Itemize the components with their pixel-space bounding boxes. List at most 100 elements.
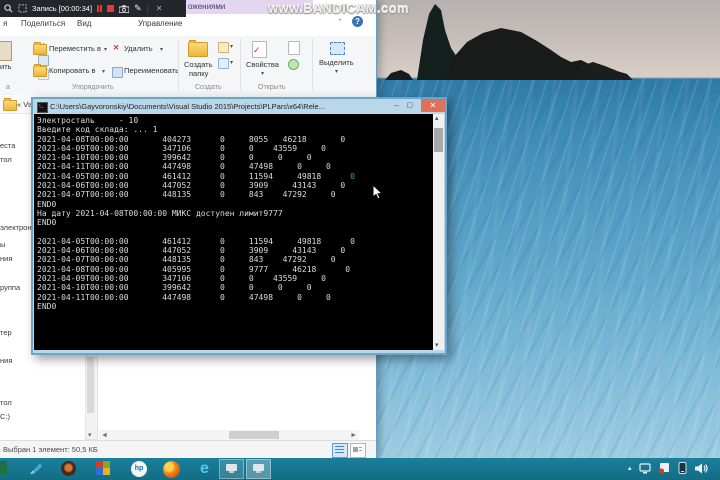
- nav-item-mail[interactable]: электрон: [0, 223, 32, 232]
- edit-icon[interactable]: [288, 41, 300, 55]
- capture-area-icon[interactable]: [18, 4, 27, 13]
- screen: ожениями я Поделиться Вид Управление ⌃ ?…: [0, 0, 720, 480]
- excel-taskbar-icon[interactable]: [0, 461, 7, 475]
- chevron-down-icon[interactable]: ▾: [261, 70, 264, 77]
- thumbnail-view-button[interactable]: [350, 443, 366, 458]
- ribbon-separator: [240, 39, 241, 91]
- ribbon-separator: [178, 39, 179, 91]
- console-scrollbar[interactable]: ▴ ▾: [433, 114, 444, 350]
- scrollbar-thumb[interactable]: [434, 128, 443, 152]
- draw-pencil-icon[interactable]: ✎: [134, 3, 142, 14]
- tab-home-fragment[interactable]: я: [3, 19, 7, 28]
- new-item-icon[interactable]: [218, 42, 229, 53]
- select-button[interactable]: Выделить: [319, 58, 354, 67]
- chevron-down-icon[interactable]: ▾: [102, 68, 105, 75]
- scroll-down-icon[interactable]: ▾: [435, 342, 439, 349]
- delete-button[interactable]: Удалить: [124, 44, 153, 53]
- tab-view[interactable]: Вид: [77, 19, 91, 28]
- tray-expand-icon[interactable]: ▴: [628, 464, 632, 472]
- nav-item-pictures[interactable]: ния: [0, 254, 12, 263]
- nav-item-local-disk-c[interactable]: C:): [0, 412, 10, 421]
- nav-item-documents[interactable]: ы: [0, 240, 5, 249]
- hp-taskbar-icon[interactable]: hp: [131, 461, 147, 477]
- console-line: 2021-04-11T00:00:00 447498 0 47498 0 0: [37, 162, 331, 172]
- nav-item-homegroup[interactable]: руппа: [0, 283, 20, 292]
- nav-item-desktop[interactable]: тол: [0, 155, 12, 164]
- console-line: На дату 2021-04-08T00:00:00 МИКС доступе…: [37, 208, 283, 218]
- scrollbar-thumb[interactable]: [87, 357, 94, 413]
- open-app-taskbar-button[interactable]: [219, 459, 244, 479]
- chevron-down-icon[interactable]: ▾: [230, 43, 233, 50]
- scroll-up-icon[interactable]: ▴: [435, 115, 439, 122]
- nav-item-desktop-2[interactable]: тол: [0, 398, 12, 407]
- chevron-down-icon[interactable]: ▾: [335, 68, 338, 75]
- help-icon[interactable]: ?: [352, 16, 363, 27]
- delete-icon[interactable]: ✕: [113, 43, 119, 52]
- console-line: 2021-04-11T00:00:00 447498 0 47498 0 0: [37, 292, 331, 302]
- scrollbar-thumb[interactable]: [229, 431, 279, 439]
- console-line: 2021-04-06T00:00:00 447052 0 3909 43143 …: [37, 246, 346, 256]
- firefox-taskbar-icon[interactable]: [163, 461, 180, 478]
- new-folder-icon[interactable]: [188, 40, 208, 57]
- maximize-icon[interactable]: ▢: [406, 101, 413, 109]
- move-to-button[interactable]: Переместить в: [49, 44, 101, 53]
- console-line: Электросталь - 10: [37, 116, 139, 125]
- console-title: C:\Users\Gayvoronskiy\Documents\Visual S…: [50, 102, 325, 111]
- nav-pane-scrollbar[interactable]: ▾: [85, 354, 98, 440]
- console-line: 2021-04-05T00:00:00 461412 0 11594 49818…: [37, 171, 355, 181]
- properties-button[interactable]: Свойства: [246, 60, 279, 69]
- internet-explorer-taskbar-icon[interactable]: e: [196, 461, 213, 478]
- close-icon[interactable]: ✕: [156, 4, 163, 13]
- scroll-right-icon[interactable]: ►: [350, 432, 357, 439]
- minimize-icon[interactable]: –: [395, 101, 399, 110]
- active-app-taskbar-button[interactable]: [246, 459, 271, 479]
- new-folder-button-line2[interactable]: папку: [189, 69, 208, 78]
- blue-app-taskbar-icon[interactable]: [28, 461, 43, 476]
- nav-item-videos[interactable]: ния: [0, 356, 12, 365]
- camera-icon[interactable]: [119, 4, 130, 13]
- scroll-down-icon[interactable]: ▾: [88, 432, 92, 439]
- history-icon[interactable]: [288, 59, 299, 70]
- console-line: 2021-04-06T00:00:00 447052 0 3909 43143 …: [37, 181, 346, 191]
- office-grid-taskbar-icon[interactable]: [96, 461, 110, 475]
- copy-to-icon[interactable]: [33, 64, 47, 77]
- tab-share[interactable]: Поделиться: [21, 19, 65, 28]
- move-to-icon[interactable]: [33, 42, 47, 55]
- scroll-left-icon[interactable]: ◄: [101, 432, 108, 439]
- network-tray-icon[interactable]: [638, 462, 651, 474]
- contextual-tab-header-label: ожениями: [188, 2, 226, 11]
- chevron-down-icon[interactable]: ▾: [160, 46, 163, 53]
- search-icon[interactable]: [4, 4, 13, 13]
- easy-access-icon[interactable]: [218, 58, 229, 69]
- console-line: 2021-04-10T00:00:00 399642 0 0 0 0: [37, 153, 312, 163]
- details-view-button[interactable]: [332, 443, 348, 458]
- alert-badge-tray-icon[interactable]: [658, 462, 670, 474]
- rename-button[interactable]: Переименовать: [124, 66, 179, 75]
- chevron-down-icon[interactable]: ▾: [230, 59, 233, 66]
- ribbon-separator: [312, 39, 313, 91]
- console-line: 2021-04-05T00:00:00 461412 0 11594 49818…: [37, 236, 355, 246]
- console-title-bar[interactable]: C:\Users\Gayvoronskiy\Documents\Visual S…: [33, 99, 445, 114]
- dark-circle-app-taskbar-icon[interactable]: [61, 461, 76, 476]
- volume-tray-icon[interactable]: [694, 463, 708, 474]
- paste-icon[interactable]: [0, 41, 12, 61]
- stop-icon[interactable]: [107, 5, 115, 12]
- tab-manage[interactable]: Управление: [138, 19, 182, 28]
- console-line: END0: [37, 301, 57, 311]
- device-tray-icon[interactable]: [677, 462, 688, 474]
- new-folder-button[interactable]: Создать: [184, 60, 213, 69]
- organize-group-label: Упорядочить: [72, 84, 114, 91]
- paste-label-fragment[interactable]: ить: [0, 62, 12, 71]
- nav-item-computer[interactable]: тер: [0, 328, 12, 337]
- nav-item-recent-places[interactable]: еста: [0, 141, 15, 150]
- close-icon[interactable]: ✕: [421, 99, 445, 112]
- copy-to-button[interactable]: Копировать в: [49, 66, 95, 75]
- pause-icon[interactable]: [97, 5, 103, 12]
- create-group-label: Создать: [195, 84, 222, 91]
- rock-silhouettes: [385, 4, 633, 80]
- rename-icon[interactable]: [112, 67, 123, 78]
- chevron-down-icon[interactable]: ▾: [104, 46, 107, 53]
- select-all-icon[interactable]: [330, 42, 345, 55]
- ribbon-collapse-icon[interactable]: ⌃: [337, 18, 343, 26]
- console-line: END0: [37, 199, 57, 209]
